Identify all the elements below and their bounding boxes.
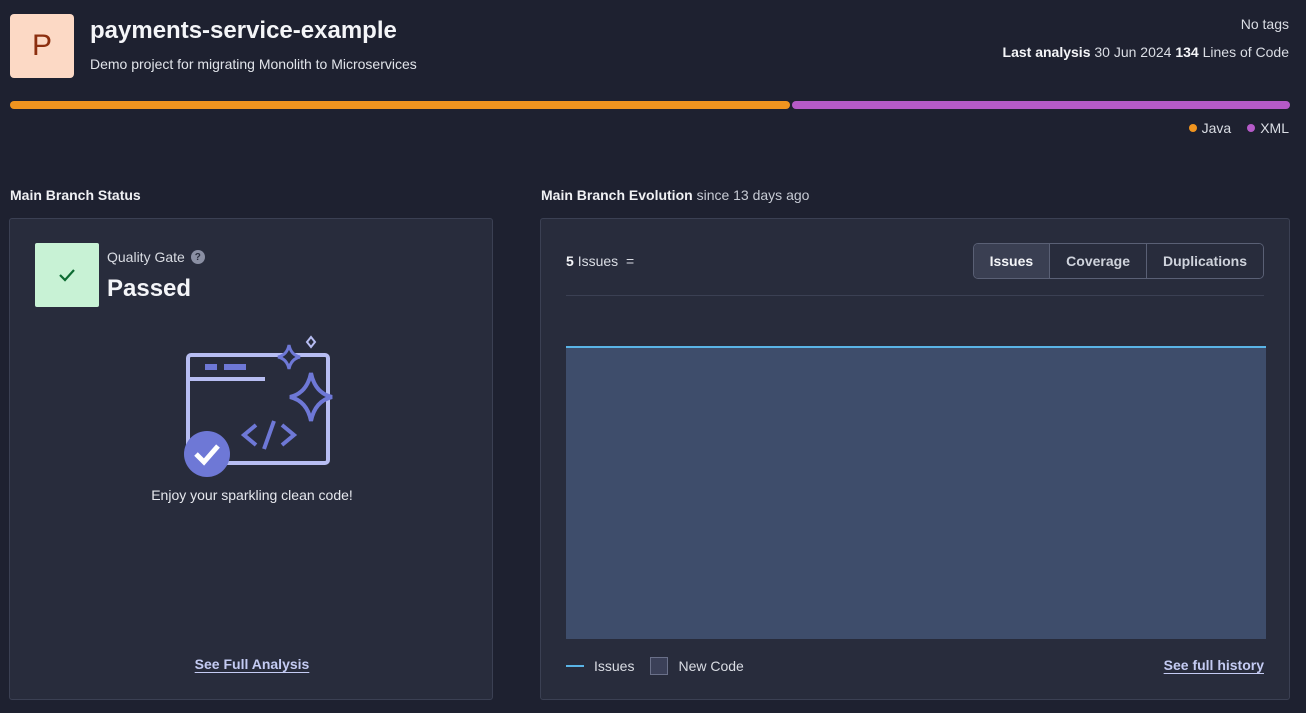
issues-count: 5 bbox=[566, 253, 574, 269]
project-avatar: P bbox=[10, 14, 74, 78]
lines-of-code-count: 134 bbox=[1175, 44, 1199, 60]
trend-equal-icon: = bbox=[625, 253, 635, 269]
last-analysis-date: 30 Jun 2024 bbox=[1094, 44, 1172, 60]
language-dot-icon bbox=[1247, 124, 1256, 132]
branch-evolution-panel: 5 Issues = Issues Coverage Duplications … bbox=[540, 218, 1290, 700]
language-segment-xml bbox=[791, 101, 1290, 109]
metric-toggle-group: Issues Coverage Duplications bbox=[972, 243, 1264, 279]
issues-summary: 5 Issues = bbox=[566, 253, 634, 269]
language-dot-icon bbox=[1188, 124, 1197, 132]
analysis-meta: Last analysis 30 Jun 2024 134 Lines of C… bbox=[1003, 44, 1289, 60]
quality-gate-status: Passed bbox=[107, 275, 192, 302]
quality-gate-label: Quality Gate ? bbox=[107, 249, 205, 265]
tab-coverage[interactable]: Coverage bbox=[1049, 244, 1146, 278]
language-distribution-bar bbox=[10, 101, 1290, 109]
issues-evolution-chart[interactable] bbox=[566, 329, 1266, 639]
last-analysis-label: Last analysis bbox=[1002, 44, 1091, 60]
language-segment-java bbox=[10, 101, 790, 109]
language-legend-java: Java bbox=[1188, 120, 1231, 136]
issues-label: Issues bbox=[577, 253, 619, 269]
see-full-history-link[interactable]: See full history bbox=[1164, 657, 1264, 673]
quality-gate-status-box bbox=[35, 243, 99, 307]
question-circle-icon[interactable]: ? bbox=[190, 250, 205, 264]
see-full-analysis-link[interactable]: See Full Analysis bbox=[195, 656, 310, 672]
new-code-area bbox=[566, 347, 1266, 639]
chart-legend: Issues New Code bbox=[566, 657, 744, 675]
check-icon bbox=[59, 269, 75, 282]
legend-issues: Issues bbox=[566, 658, 634, 674]
main-branch-status-title: Main Branch Status bbox=[10, 187, 141, 203]
legend-issues-line-icon bbox=[566, 665, 584, 667]
tags-selector[interactable]: No tags bbox=[1241, 16, 1289, 32]
language-legend: Java XML bbox=[1188, 120, 1289, 136]
lines-of-code-label: Lines of Code bbox=[1202, 44, 1289, 60]
tab-issues[interactable]: Issues bbox=[973, 244, 1050, 278]
language-legend-xml: XML bbox=[1247, 120, 1289, 136]
clean-code-illustration bbox=[184, 335, 333, 477]
project-name: payments-service-example bbox=[90, 17, 397, 44]
legend-new-code-box-icon bbox=[650, 657, 669, 675]
tab-duplications[interactable]: Duplications bbox=[1145, 244, 1263, 278]
project-overview-page: P payments-service-example Demo project … bbox=[0, 0, 1306, 713]
avatar-letter: P bbox=[31, 29, 52, 62]
panel-divider bbox=[566, 295, 1264, 296]
legend-new-code: New Code bbox=[650, 657, 744, 675]
evolution-period: since 13 days ago bbox=[696, 187, 810, 203]
quality-gate-panel: Quality Gate ? Passed Enjoy your sparkli… bbox=[9, 218, 493, 700]
main-branch-evolution-title: Main Branch Evolution since 13 days ago bbox=[541, 187, 810, 203]
clean-code-message: Enjoy your sparkling clean code! bbox=[151, 487, 353, 503]
project-description: Demo project for migrating Monolith to M… bbox=[90, 56, 417, 72]
